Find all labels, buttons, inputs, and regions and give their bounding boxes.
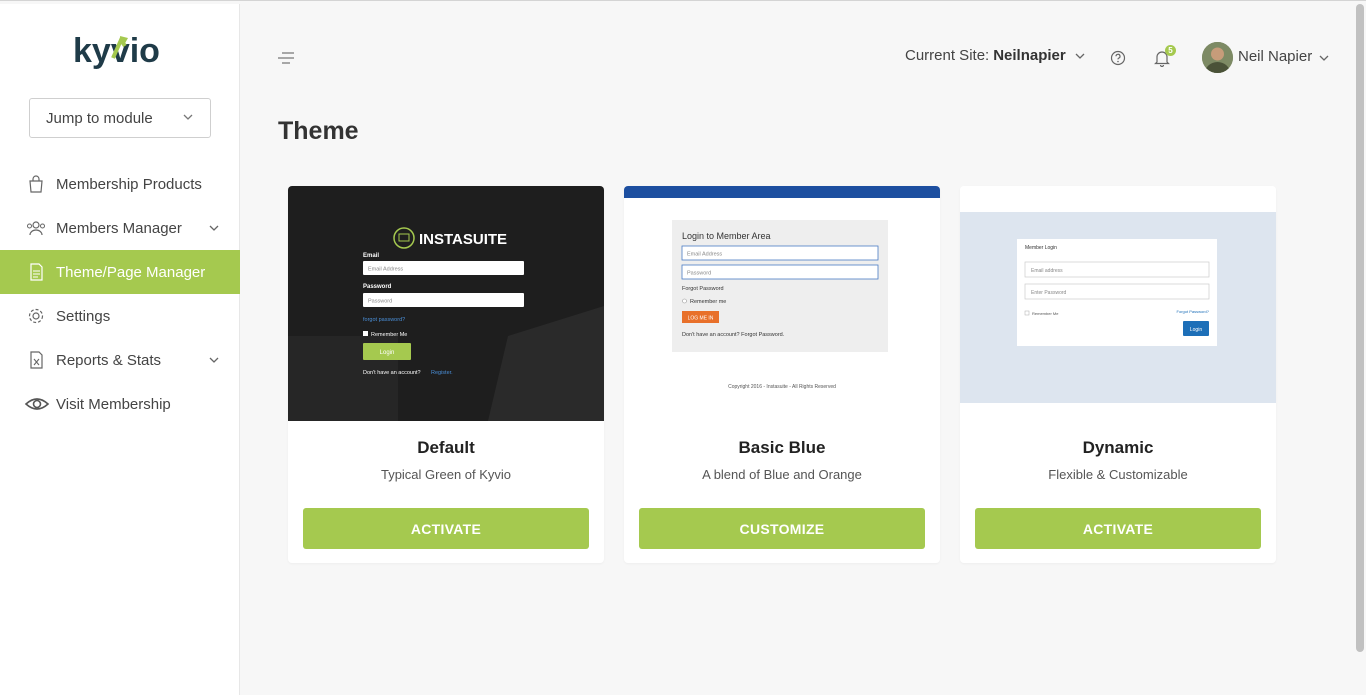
theme-description: Flexible & Customizable — [1048, 467, 1188, 482]
sidebar: kyvio Jump to module Membership Products… — [0, 4, 240, 695]
gear-icon — [28, 308, 44, 324]
sidebar-item-label: Reports & Stats — [56, 351, 162, 369]
forgot-password-link: Forgot Password? — [1177, 309, 1210, 314]
sidebar-item-label: Settings — [56, 307, 111, 325]
users-icon — [27, 221, 45, 236]
instasuite-logo-text: INSTASUITE — [419, 231, 507, 248]
password-label: Password — [363, 284, 392, 290]
copyright-text: Copyright 2016 - Instasuite - All Rights… — [728, 384, 836, 390]
sidebar-item-reports-stats[interactable]: Reports & Stats — [0, 338, 240, 382]
current-site-label: Current Site: — [905, 47, 990, 64]
scrollbar[interactable] — [1356, 4, 1364, 652]
theme-description: A blend of Blue and Orange — [702, 467, 862, 482]
chevron-down-icon — [209, 225, 219, 231]
user-name[interactable]: Neil Napier — [1238, 48, 1312, 65]
chevron-down-icon — [1075, 53, 1085, 59]
theme-name: Dynamic — [1082, 438, 1154, 457]
password-placeholder: Enter Password — [1031, 290, 1067, 296]
forgot-password-label: Forgot Password — [682, 286, 724, 292]
kyvio-logo[interactable]: kyvio — [73, 28, 167, 76]
theme-preview-dynamic: Member Login Email address Enter Passwor… — [960, 186, 1276, 421]
password-placeholder: Password — [368, 299, 392, 305]
page-icon — [30, 263, 43, 281]
bag-icon — [29, 175, 43, 193]
jump-to-module-label: Jump to module — [46, 109, 153, 127]
login-button-label: LOG ME IN — [688, 316, 714, 322]
sidebar-nav: Membership Products Members Manager Them… — [0, 162, 240, 426]
page-title: Theme — [278, 117, 359, 145]
forgot-password-link: forgot password? — [363, 317, 405, 323]
theme-preview-basic-blue: Login to Member Area Email Address Passw… — [624, 186, 940, 421]
preview-title: Login to Member Area — [682, 231, 771, 241]
theme-card-default: INSTASUITE Email Email Address Password … — [288, 186, 604, 563]
theme-card-basic-blue: Login to Member Area Email Address Passw… — [624, 186, 940, 563]
menu-toggle-icon[interactable] — [276, 50, 296, 66]
chevron-down-icon — [183, 114, 193, 120]
theme-card-dynamic: Member Login Email address Enter Passwor… — [960, 186, 1276, 563]
chevron-down-icon[interactable] — [1318, 52, 1330, 64]
sidebar-item-label: Membership Products — [56, 175, 202, 193]
sidebar-item-settings[interactable]: Settings — [0, 294, 240, 338]
register-link: Register. — [431, 370, 453, 376]
jump-to-module-select[interactable]: Jump to module — [29, 98, 211, 138]
help-icon[interactable] — [1110, 50, 1126, 66]
theme-name: Basic Blue — [738, 438, 826, 457]
email-label: Email — [363, 253, 379, 259]
current-site-selector[interactable]: Current Site: Neilnapier — [905, 47, 1086, 64]
sidebar-item-membership-products[interactable]: Membership Products — [0, 162, 240, 206]
avatar-image — [1202, 42, 1233, 73]
remember-me-label: Remember Me — [1032, 311, 1059, 316]
footer-link-text: Don't have an account? Forgot Password. — [682, 332, 785, 338]
theme-preview-default: INSTASUITE Email Email Address Password … — [288, 186, 604, 421]
chevron-down-icon — [209, 357, 219, 363]
sidebar-item-label: Members Manager — [56, 219, 182, 237]
email-placeholder: Email address — [1031, 268, 1063, 274]
sidebar-item-visit-membership[interactable]: Visit Membership — [0, 382, 240, 426]
theme-description: Typical Green of Kyvio — [380, 467, 512, 482]
sidebar-item-members-manager[interactable]: Members Manager — [0, 206, 240, 250]
activate-button[interactable]: ACTIVATE — [975, 508, 1261, 549]
email-placeholder: Email Address — [368, 267, 403, 273]
current-site-value: Neilnapier — [993, 47, 1066, 64]
activate-button[interactable]: ACTIVATE — [303, 508, 589, 549]
report-icon — [30, 351, 43, 369]
remember-me-label: Remember me — [690, 299, 726, 305]
theme-name: Default — [417, 438, 475, 457]
remember-me-label: Remember Me — [371, 332, 407, 338]
login-button-label: Login — [380, 350, 395, 356]
sidebar-item-theme-page-manager[interactable]: Theme/Page Manager — [0, 250, 240, 294]
email-placeholder: Email Address — [687, 252, 722, 258]
avatar[interactable] — [1202, 42, 1233, 73]
sidebar-item-label: Visit Membership — [56, 395, 171, 413]
preview-title: Member Login — [1025, 245, 1057, 251]
eye-icon — [24, 398, 50, 410]
no-account-text: Don't have an account? — [363, 370, 421, 376]
notification-badge: 5 — [1165, 45, 1176, 56]
login-button-label: Login — [1190, 327, 1202, 333]
sidebar-item-label: Theme/Page Manager — [56, 263, 206, 281]
customize-button[interactable]: CUSTOMIZE — [639, 508, 925, 549]
password-placeholder: Password — [687, 271, 711, 277]
